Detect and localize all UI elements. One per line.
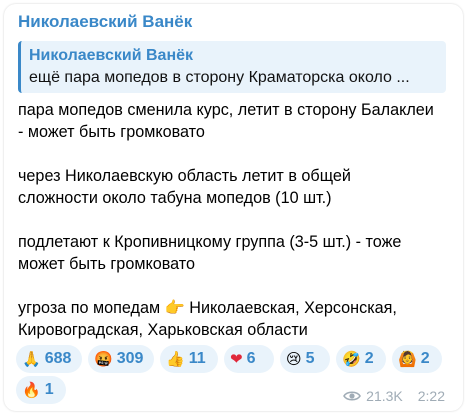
reaction-count: 309 [116, 350, 144, 367]
text-line: может быть громковато [18, 255, 196, 273]
reaction-count: 2 [420, 350, 430, 367]
reaction-crying[interactable]: 😢 5 [280, 345, 330, 373]
message-paragraph: пара мопедов сменила курс, летит в сторо… [18, 99, 448, 143]
reaction-count: 2 [364, 350, 374, 367]
fire-icon: 🔥 [22, 381, 41, 399]
reaction-person-gesture[interactable]: 🙆 2 [392, 345, 442, 373]
eye-icon [343, 391, 362, 401]
views-count: 21.3K [366, 388, 403, 404]
thumbs-up-icon: 👍 [166, 350, 185, 368]
reaction-fire[interactable]: 🔥 1 [16, 376, 66, 404]
text-line: Кировоградская, Харьковская области [18, 321, 308, 339]
pray-emoji-icon: 🙏 [22, 350, 41, 368]
text-line: подлетают к Кропивницкому группа (3-5 шт… [18, 233, 402, 251]
rofl-face-icon: 🤣 [342, 350, 361, 368]
message-paragraph: подлетают к Кропивницкому группа (3-5 шт… [18, 231, 448, 275]
reaction-heart[interactable]: ❤ 6 [224, 345, 274, 373]
reaction-count: 11 [188, 350, 206, 367]
reply-sender-name: Николаевский Ванёк [29, 47, 194, 64]
reaction-count: 1 [44, 381, 54, 398]
sender-name[interactable]: Николаевский Ванёк [18, 12, 192, 32]
message-paragraph: через Николаевскую область летит в общей… [18, 165, 448, 209]
person-gesture-icon: 🙆 [398, 350, 417, 368]
message-meta: 21.3K 2:22 [343, 388, 445, 404]
message-text: пара мопедов сменила курс, летит в сторо… [18, 99, 448, 341]
reaction-count: 5 [305, 350, 315, 367]
message-bubble: Николаевский Ванёк Николаевский Ванёк ещ… [4, 4, 463, 411]
reaction-count: 688 [44, 350, 72, 367]
reaction-pray[interactable]: 🙏 688 [16, 345, 82, 373]
text-line: сложности около табуна мопедов (10 шт.) [18, 189, 332, 207]
crying-face-icon: 😢 [286, 350, 302, 368]
text-line: пара мопедов сменила курс, летит в сторо… [18, 101, 434, 119]
text-line: - может быть громковато [18, 123, 205, 141]
text-line: угроза по мопедам 👉 Николаевская, Херсон… [18, 299, 397, 317]
heart-icon: ❤ [230, 350, 243, 368]
text-line: через Николаевскую область летит в общей [18, 167, 351, 185]
reaction-thumbs-up[interactable]: 👍 11 [160, 345, 218, 373]
reaction-rofl[interactable]: 🤣 2 [336, 345, 386, 373]
reaction-count: 6 [246, 350, 256, 367]
message-time: 2:22 [417, 388, 445, 404]
reaction-angry[interactable]: 🤬 309 [88, 345, 154, 373]
reply-text: ещё пара мопедов в сторону Краматорска о… [29, 69, 410, 86]
cursing-face-icon: 🤬 [94, 350, 113, 368]
message-paragraph: угроза по мопедам 👉 Николаевская, Херсон… [18, 297, 448, 341]
reply-quote[interactable]: Николаевский Ванёк ещё пара мопедов в ст… [18, 41, 446, 93]
